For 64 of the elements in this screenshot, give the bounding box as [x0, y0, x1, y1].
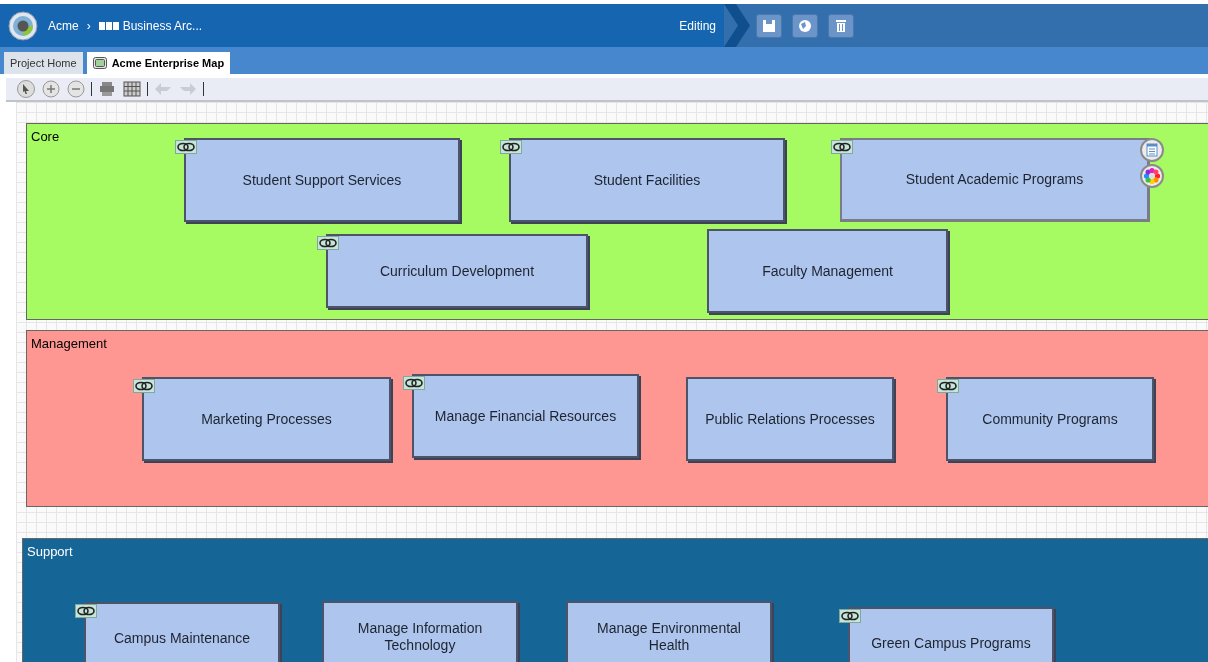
process-label: Student Support Services	[242, 171, 402, 189]
delete-icon	[834, 18, 848, 33]
process-label: Curriculum Development	[379, 262, 535, 280]
process-box[interactable]: Manage Information Technology	[322, 601, 518, 662]
process-box[interactable]: Student Academic Programs	[840, 138, 1150, 222]
publish-icon	[798, 18, 812, 33]
process-box[interactable]: Student Support Services	[184, 138, 460, 222]
process-box[interactable]: Community Programs	[946, 377, 1154, 461]
process-label: Campus Maintenance	[113, 629, 251, 647]
color-wheel-icon[interactable]	[1140, 164, 1164, 188]
process-label: Marketing Processes	[201, 410, 332, 428]
process-box[interactable]: Campus Maintenance	[84, 602, 280, 662]
print-icon[interactable]	[97, 79, 117, 99]
save-icon	[762, 18, 776, 33]
link-icon[interactable]	[500, 140, 522, 154]
breadcrumb-link[interactable]: Business Arc...	[122, 16, 203, 35]
mode-label: Editing	[679, 17, 716, 35]
pointer-icon[interactable]	[16, 79, 36, 99]
process-label: Student Facilities	[593, 171, 701, 189]
delete-button[interactable]	[828, 13, 854, 38]
swimlane[interactable]: Core Student Support Services Student Facilities Student Academic Programs Curriculum Development Faculty Management	[26, 123, 1208, 320]
grid-icon[interactable]	[122, 79, 142, 99]
breadcrumb-separator-icon: ›	[86, 16, 91, 35]
process-label: Manage Environmental Health	[596, 620, 742, 654]
tab[interactable]: Acme Enterprise Map	[86, 52, 231, 74]
blocks-icon	[98, 21, 119, 30]
process-box[interactable]: Manage Environmental Health	[566, 601, 772, 662]
link-icon[interactable]	[839, 609, 861, 623]
breadcrumb-link[interactable]: Acme	[48, 16, 79, 35]
process-label: Manage Information Technology	[356, 620, 484, 654]
process-box[interactable]: Green Campus Programs	[848, 607, 1054, 662]
process-box[interactable]: Marketing Processes	[142, 377, 391, 461]
tab[interactable]: Project Home	[4, 52, 83, 74]
process-box[interactable]: Manage Financial Resources	[412, 374, 639, 458]
app-logo-icon[interactable]	[8, 10, 38, 41]
link-icon[interactable]	[831, 140, 853, 154]
link-icon[interactable]	[403, 376, 425, 390]
link-icon[interactable]	[133, 379, 155, 393]
process-label: Faculty Management	[762, 262, 893, 280]
swimlane[interactable]: Support Campus Maintenance Manage Information Technology Manage Environmental Health Green Campus Programs	[22, 538, 1208, 662]
link-icon[interactable]	[937, 379, 959, 393]
process-label: Manage Financial Resources	[434, 407, 617, 425]
link-icon[interactable]	[317, 236, 339, 250]
link-icon[interactable]	[75, 604, 97, 618]
process-box[interactable]: Student Facilities	[509, 138, 785, 222]
table-icon[interactable]	[1140, 138, 1164, 162]
map-icon	[92, 57, 107, 69]
process-box[interactable]: Faculty Management	[707, 229, 948, 313]
zoom-in-icon[interactable]	[41, 79, 61, 99]
lane-title: Management	[31, 335, 107, 353]
process-label: Green Campus Programs	[871, 634, 1031, 652]
process-label: Student Academic Programs	[905, 171, 1084, 188]
process-label: Community Programs	[982, 410, 1118, 428]
process-box[interactable]: Curriculum Development	[326, 234, 588, 308]
link-icon[interactable]	[175, 140, 197, 154]
zoom-out-icon[interactable]	[66, 79, 86, 99]
publish-button[interactable]	[792, 13, 818, 38]
swimlane[interactable]: Management Marketing Processes Manage Financial Resources Public Relations Processes Community Programs	[26, 330, 1208, 507]
lane-title: Support	[27, 543, 73, 561]
process-label: Public Relations Processes	[705, 410, 875, 428]
save-button[interactable]	[756, 13, 782, 38]
lane-title: Core	[31, 128, 60, 146]
chevron-divider-icon	[724, 4, 750, 47]
process-box[interactable]: Public Relations Processes	[686, 377, 894, 461]
